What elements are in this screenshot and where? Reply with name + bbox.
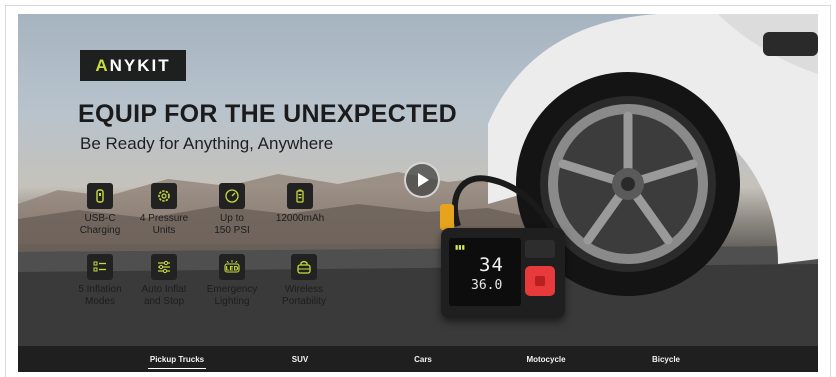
svg-text:LED: LED: [226, 266, 239, 273]
nav-tab-pickup-trucks[interactable]: Pickup Trucks: [148, 346, 206, 372]
feature-battery: 12000mAh: [264, 183, 336, 225]
gauge-icon: [219, 183, 245, 209]
device-screen: ▮▮▮ 34 36.0: [449, 238, 521, 306]
hero-subline: Be Ready for Anything, Anywhere: [80, 134, 334, 153]
feature-label: 5 Inflation Modes: [78, 284, 122, 307]
feature-label: USB-C Charging: [79, 213, 121, 236]
category-nav: Pickup Trucks SUV Cars Motocycle Bicycle: [18, 346, 818, 372]
gear-icon: [151, 183, 177, 209]
feature-label: Wireless Portability: [282, 284, 326, 307]
nav-tab-motocycle[interactable]: Motocycle: [518, 346, 574, 372]
device-button-strip: [525, 240, 555, 258]
feature-psi: Up to 150 PSI: [196, 183, 268, 237]
play-icon: [418, 173, 429, 187]
logo-text: NYKIT: [109, 55, 171, 75]
feature-pressure-units: 4 Pressure Units: [128, 183, 200, 237]
device-battery-indicator: ▮▮▮: [455, 245, 465, 251]
feature-inflation-modes: 5 Inflation Modes: [64, 254, 136, 308]
device-power-button-core: [535, 276, 545, 286]
nav-tab-suv[interactable]: SUV: [280, 346, 320, 372]
modes-list-icon: [87, 254, 113, 280]
play-video-button[interactable]: [404, 162, 440, 198]
feature-usb-c: USB-C Charging: [64, 183, 136, 237]
feature-label: Up to 150 PSI: [214, 213, 250, 236]
feature-wireless-portability: Wireless Portability: [268, 254, 340, 308]
logo-prefix: A: [95, 55, 110, 75]
feature-label: Auto Inflat and Stop: [141, 284, 187, 307]
tire-inflator-device: ▮▮▮ 34 36.0: [441, 228, 565, 318]
feature-label: 12000mAh: [275, 213, 325, 224]
nav-tab-bicycle[interactable]: Bicycle: [644, 346, 688, 372]
feature-auto-stop: Auto Inflat and Stop: [128, 254, 200, 308]
battery-icon: [287, 183, 313, 209]
usb-c-icon: [87, 183, 113, 209]
device-reading-main: 34: [479, 254, 504, 276]
led-light-icon: LED: [219, 254, 245, 280]
device-reading-sub: 36.0: [471, 278, 503, 293]
feature-emergency-lighting: LED Emergency Lighting: [196, 254, 268, 308]
feature-label: Emergency Lighting: [206, 284, 258, 307]
feature-label: 4 Pressure Units: [139, 213, 189, 236]
sliders-icon: [151, 254, 177, 280]
brand-logo: A NYKIT: [80, 50, 186, 81]
carry-bag-icon: [291, 254, 317, 280]
hero-banner: A NYKIT EQUIP FOR THE UNEXPECTED Be Ready…: [18, 14, 818, 346]
nav-tab-cars[interactable]: Cars: [403, 346, 443, 372]
hero-headline: EQUIP FOR THE UNEXPECTED: [78, 100, 458, 128]
